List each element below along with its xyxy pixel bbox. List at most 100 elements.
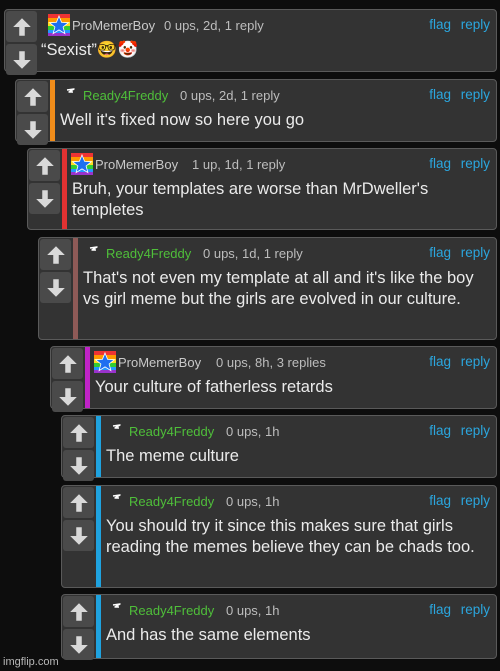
reply-link[interactable]: reply: [461, 602, 490, 617]
comment-body: That's not even my template at all and i…: [83, 269, 474, 308]
arrow-down-icon: [69, 635, 88, 654]
lightning-icon: [59, 84, 81, 106]
downvote-button[interactable]: [29, 183, 60, 214]
comment: Ready4Freddy 0 ups, 2d, 1 reply flag rep…: [15, 79, 497, 145]
arrow-down-icon: [23, 120, 42, 139]
rainbow-star-icon: [94, 351, 116, 373]
upvote-button[interactable]: [6, 11, 37, 42]
comment-actions: flag reply: [429, 493, 490, 508]
comment-meta: 0 ups, 1h: [226, 494, 280, 509]
comment-meta: 0 ups, 1h: [226, 603, 280, 618]
comment: ProMemerBoy 0 ups, 8h, 3 replies flag re…: [50, 346, 497, 412]
upvote-button[interactable]: [29, 150, 60, 181]
username[interactable]: ProMemerBoy: [72, 18, 155, 33]
comment-actions: flag reply: [429, 245, 490, 260]
thread-level-bar: [73, 238, 78, 339]
lightning-icon: [105, 490, 127, 512]
upvote-button[interactable]: [63, 487, 94, 518]
username[interactable]: Ready4Freddy: [129, 494, 214, 509]
comment-meta: 0 ups, 2d, 1 reply: [164, 18, 264, 33]
comment-actions: flag reply: [429, 602, 490, 617]
reply-link[interactable]: reply: [461, 156, 490, 171]
comment-meta: 0 ups, 2d, 1 reply: [180, 88, 280, 103]
comment-body: Well it's fixed now so here you go: [60, 111, 305, 129]
arrow-up-icon: [35, 156, 54, 175]
arrow-down-icon: [12, 50, 31, 69]
arrow-down-icon: [69, 526, 88, 545]
comment-thread: ProMemerBoy 0 ups, 2d, 1 reply flag repl…: [0, 0, 500, 671]
downvote-button[interactable]: [17, 114, 48, 145]
arrow-up-icon: [46, 245, 65, 264]
lightning-icon: [105, 420, 127, 442]
username[interactable]: Ready4Freddy: [129, 424, 214, 439]
downvote-button[interactable]: [63, 520, 94, 551]
username[interactable]: Ready4Freddy: [83, 88, 168, 103]
comment-body: Bruh, your templates are worse than MrDw…: [72, 180, 429, 219]
reply-link[interactable]: reply: [461, 245, 490, 260]
upvote-button[interactable]: [63, 596, 94, 627]
watermark: imgflip.com: [3, 656, 59, 668]
upvote-button[interactable]: [17, 81, 48, 112]
reply-link[interactable]: reply: [461, 493, 490, 508]
flag-link[interactable]: flag: [429, 423, 451, 438]
downvote-button[interactable]: [6, 44, 37, 75]
arrow-up-icon: [69, 602, 88, 621]
flag-link[interactable]: flag: [429, 87, 451, 102]
lightning-icon: [82, 242, 104, 264]
arrow-down-icon: [69, 456, 88, 475]
arrow-up-icon: [12, 17, 31, 36]
flag-link[interactable]: flag: [429, 602, 451, 617]
thread-level-bar: [96, 486, 101, 587]
thread-level-bar: [96, 595, 101, 658]
comment: Ready4Freddy 0 ups, 1h flag reply The me…: [61, 415, 497, 481]
flag-link[interactable]: flag: [429, 245, 451, 260]
arrow-up-icon: [69, 493, 88, 512]
comment-body: You should try it since this makes sure …: [106, 517, 475, 556]
arrow-down-icon: [58, 387, 77, 406]
comment-body: And has the same elements: [106, 626, 311, 644]
comment: Ready4Freddy 0 ups, 1h flag reply You sh…: [61, 485, 497, 588]
rainbow-star-icon: [71, 153, 93, 175]
username[interactable]: ProMemerBoy: [95, 157, 178, 172]
comment-body: “Sexist”🤓🤡: [41, 41, 139, 59]
reply-link[interactable]: reply: [461, 87, 490, 102]
username[interactable]: Ready4Freddy: [129, 603, 214, 618]
username[interactable]: Ready4Freddy: [106, 246, 191, 261]
arrow-up-icon: [23, 87, 42, 106]
reply-link[interactable]: reply: [461, 354, 490, 369]
upvote-button[interactable]: [40, 239, 71, 270]
comment: ProMemerBoy 0 ups, 2d, 1 reply flag repl…: [4, 9, 497, 75]
flag-link[interactable]: flag: [429, 354, 451, 369]
downvote-button[interactable]: [40, 272, 71, 303]
comment-actions: flag reply: [429, 156, 490, 171]
arrow-down-icon: [35, 189, 54, 208]
downvote-button[interactable]: [63, 629, 94, 660]
comment: ProMemerBoy 1 up, 1d, 1 reply flag reply…: [27, 148, 497, 230]
reply-link[interactable]: reply: [461, 17, 490, 32]
upvote-button[interactable]: [52, 348, 83, 379]
comment-meta: 0 ups, 8h, 3 replies: [216, 355, 326, 370]
flag-link[interactable]: flag: [429, 493, 451, 508]
comment: Ready4Freddy 0 ups, 1d, 1 reply flag rep…: [38, 237, 497, 340]
comment: Ready4Freddy 0 ups, 1h flag reply And ha…: [61, 594, 497, 660]
comment-body: Your culture of fatherless retards: [95, 378, 333, 396]
downvote-button[interactable]: [52, 381, 83, 412]
thread-level-bar: [85, 347, 90, 408]
username[interactable]: ProMemerBoy: [118, 355, 201, 370]
downvote-button[interactable]: [63, 450, 94, 481]
arrow-down-icon: [46, 278, 65, 297]
arrow-up-icon: [58, 354, 77, 373]
thread-level-bar: [96, 416, 101, 477]
comment-actions: flag reply: [429, 87, 490, 102]
comment-meta: 0 ups, 1d, 1 reply: [203, 246, 303, 261]
comment-actions: flag reply: [429, 423, 490, 438]
arrow-up-icon: [69, 423, 88, 442]
upvote-button[interactable]: [63, 417, 94, 448]
comment-meta: 1 up, 1d, 1 reply: [192, 157, 286, 172]
thread-level-bar: [50, 80, 55, 141]
thread-level-bar: [62, 149, 67, 229]
flag-link[interactable]: flag: [429, 17, 451, 32]
reply-link[interactable]: reply: [461, 423, 490, 438]
lightning-icon: [105, 599, 127, 621]
flag-link[interactable]: flag: [429, 156, 451, 171]
